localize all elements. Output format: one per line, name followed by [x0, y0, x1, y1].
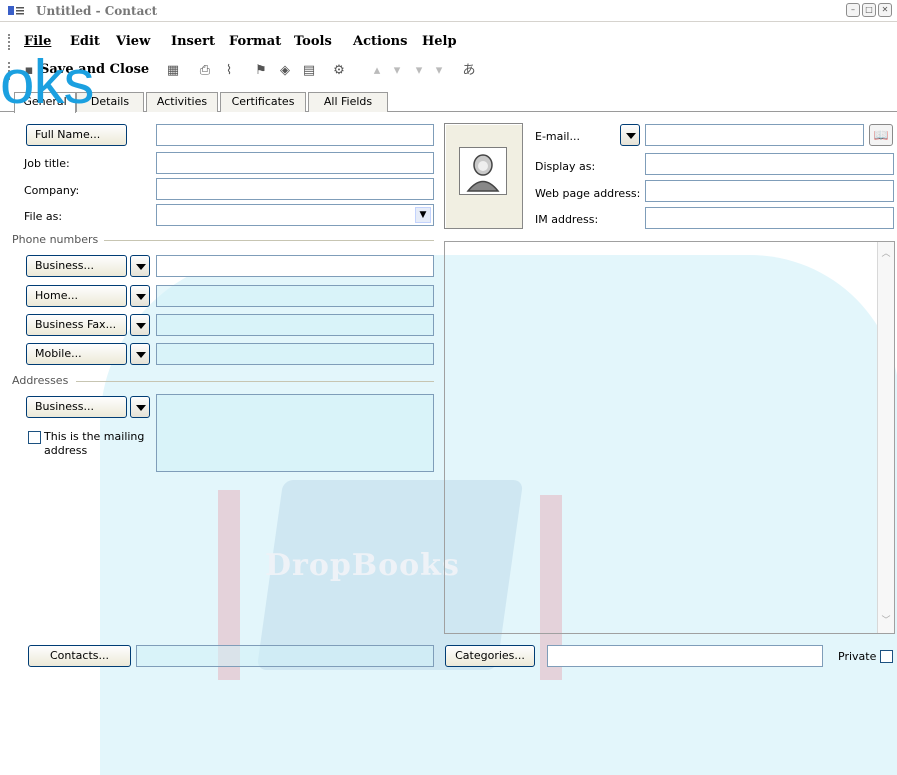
scroll-up-icon[interactable]: ︿: [879, 246, 893, 262]
maximize-icon[interactable]: □: [862, 3, 876, 17]
mailing-address-checkbox[interactable]: [28, 431, 41, 444]
next-dropdown-icon[interactable]: ▾: [430, 62, 448, 80]
pin-icon[interactable]: ◈: [276, 62, 294, 80]
tab-certificates[interactable]: Certificates: [220, 92, 306, 112]
menu-help[interactable]: Help: [422, 34, 457, 49]
contact-card-icon: [8, 5, 24, 17]
watermark-top-text: oks: [0, 48, 94, 117]
addresses-divider: [76, 381, 434, 382]
mailing-address-label: This is the mailing address: [44, 430, 145, 457]
menu-file[interactable]: File: [24, 34, 51, 49]
contacts-button[interactable]: Contacts...: [28, 645, 131, 667]
addresses-heading: Addresses: [12, 374, 69, 387]
private-checkbox[interactable]: [880, 650, 893, 663]
notes-textarea[interactable]: ︿ ﹀: [444, 241, 895, 634]
print-icon[interactable]: ⎙: [196, 62, 214, 80]
close-icon[interactable]: ✕: [878, 3, 892, 17]
flag-icon[interactable]: ⚑: [252, 62, 270, 80]
window-title: Untitled - Contact: [36, 4, 158, 18]
phone-business-fax-dropdown[interactable]: [130, 314, 150, 336]
phone-business-button[interactable]: Business...: [26, 255, 127, 277]
file-as-label: File as:: [24, 210, 63, 223]
chevron-down-icon[interactable]: ▼: [415, 207, 431, 223]
menu-insert[interactable]: Insert: [171, 34, 215, 49]
address-type-dropdown[interactable]: [130, 396, 150, 418]
phone-home-button[interactable]: Home...: [26, 285, 127, 307]
display-as-input[interactable]: [645, 153, 894, 175]
phone-business-fax-input[interactable]: [156, 314, 434, 336]
phone-home-dropdown[interactable]: [130, 285, 150, 307]
company-label: Company:: [24, 184, 80, 197]
notes-scrollbar[interactable]: ︿ ﹀: [877, 242, 894, 633]
phone-business-input[interactable]: [156, 255, 434, 277]
next-icon[interactable]: ▾: [410, 62, 428, 80]
phone-business-dropdown[interactable]: [130, 255, 150, 277]
job-title-input[interactable]: [156, 152, 434, 174]
phone-mobile-button[interactable]: Mobile...: [26, 343, 127, 365]
menu-tools[interactable]: Tools: [294, 34, 332, 49]
contact-picture-button[interactable]: [444, 123, 523, 229]
scroll-down-icon[interactable]: ﹀: [879, 613, 893, 629]
menu-actions[interactable]: Actions: [353, 34, 407, 49]
previous-icon[interactable]: ▴: [368, 62, 386, 80]
company-input[interactable]: [156, 178, 434, 200]
email-input[interactable]: [645, 124, 864, 146]
phone-mobile-dropdown[interactable]: [130, 343, 150, 365]
tab-all-fields[interactable]: All Fields: [308, 92, 388, 112]
file-as-select[interactable]: ▼: [156, 204, 434, 226]
ime-icon[interactable]: あ: [460, 62, 478, 80]
im-address-label: IM address:: [535, 213, 599, 226]
title-bar: Untitled - Contact – □ ✕: [0, 0, 897, 22]
email-dropdown[interactable]: [620, 124, 640, 146]
private-label: Private: [838, 650, 877, 663]
address-business-button[interactable]: Business...: [26, 396, 127, 418]
job-title-label: Job title:: [24, 157, 70, 170]
web-page-label: Web page address:: [535, 187, 641, 200]
full-name-input[interactable]: [156, 124, 434, 146]
contacts-input[interactable]: [136, 645, 434, 667]
attach-icon[interactable]: ⌇: [220, 62, 238, 80]
phone-divider: [104, 240, 434, 241]
previous-dropdown-icon[interactable]: ▾: [388, 62, 406, 80]
card-icon[interactable]: ▤: [300, 62, 318, 80]
display-as-label: Display as:: [535, 160, 596, 173]
categories-input[interactable]: [547, 645, 823, 667]
contact-photo-icon: [459, 147, 507, 195]
menu-view[interactable]: View: [116, 34, 150, 49]
phone-numbers-heading: Phone numbers: [12, 233, 99, 246]
phone-business-fax-button[interactable]: Business Fax...: [26, 314, 127, 336]
save-disk-icon[interactable]: ▦: [164, 62, 182, 80]
menu-edit[interactable]: Edit: [70, 34, 100, 49]
tab-activities[interactable]: Activities: [146, 92, 218, 112]
minimize-icon[interactable]: –: [846, 3, 860, 17]
categories-button[interactable]: Categories...: [445, 645, 535, 667]
email-label[interactable]: E-mail...: [535, 130, 580, 143]
im-address-input[interactable]: [645, 207, 894, 229]
menu-format[interactable]: Format: [229, 34, 281, 49]
phone-mobile-input[interactable]: [156, 343, 434, 365]
address-book-icon[interactable]: 📖: [869, 124, 893, 146]
options-icon[interactable]: ⚙: [330, 62, 348, 80]
full-name-button[interactable]: Full Name...: [26, 124, 127, 146]
address-textarea[interactable]: [156, 394, 434, 472]
web-page-input[interactable]: [645, 180, 894, 202]
watermark-text: DropBooks: [265, 548, 460, 583]
phone-home-input[interactable]: [156, 285, 434, 307]
